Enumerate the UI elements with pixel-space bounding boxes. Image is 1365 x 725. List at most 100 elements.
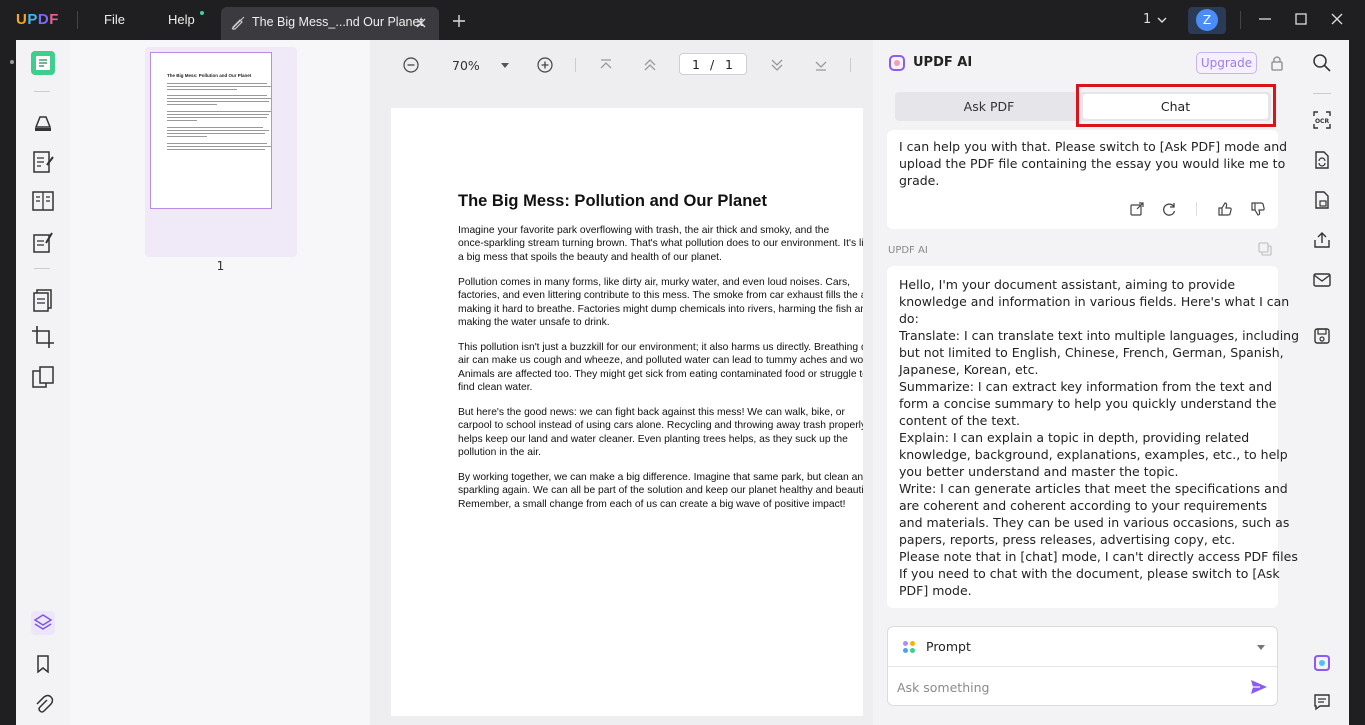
- zoom-out-icon[interactable]: [403, 57, 419, 73]
- prompt-composer: Prompt: [887, 626, 1278, 706]
- menu-help[interactable]: Help: [168, 12, 195, 27]
- text-line: Animals are affected too. They might get…: [458, 368, 863, 380]
- last-page-icon[interactable]: [813, 57, 829, 73]
- text-line: Imagine your favorite park overflowing w…: [458, 225, 830, 236]
- title-bar: UPDF File Help The Big Mess_...nd Our Pl…: [0, 0, 1365, 40]
- bookmark-icon[interactable]: [30, 651, 56, 677]
- page-thumbnail[interactable]: The Big Mess: Pollution and Our Planet: [150, 52, 272, 209]
- avatar-letter: Z: [1196, 9, 1218, 31]
- compare-icon[interactable]: [30, 364, 56, 390]
- previous-page-icon[interactable]: [642, 57, 658, 73]
- text-line: once-sparkling stream turning brown. Tha…: [458, 238, 863, 250]
- layers-icon[interactable]: [30, 610, 56, 636]
- crop-page-icon[interactable]: [30, 324, 56, 350]
- reader-mode-icon[interactable]: [30, 50, 56, 76]
- fill-sign-icon[interactable]: [30, 229, 56, 255]
- user-avatar[interactable]: Z: [1188, 7, 1226, 34]
- edit-off-icon: [231, 16, 245, 30]
- chat-tab-highlight: [1076, 84, 1276, 127]
- minimize-icon[interactable]: [1258, 12, 1272, 26]
- zoom-level[interactable]: 70%: [452, 58, 480, 73]
- tab-ask-pdf[interactable]: Ask PDF: [895, 92, 1083, 121]
- attachment-icon[interactable]: [30, 691, 56, 717]
- protect-icon[interactable]: [1312, 190, 1332, 210]
- message-line: Summarize: I can extract key information…: [899, 379, 1273, 394]
- thumbnail-text-line: [167, 127, 263, 128]
- close-tab-icon[interactable]: [414, 16, 428, 30]
- prompt-dropdown-icon[interactable]: [1256, 642, 1266, 652]
- comment-highlight-icon[interactable]: [30, 109, 56, 135]
- send-icon[interactable]: [1250, 678, 1268, 696]
- thumbs-down-icon[interactable]: [1250, 201, 1266, 217]
- prompt-selector[interactable]: Prompt: [926, 639, 971, 654]
- prompt-grid-icon: [903, 641, 915, 653]
- regenerate-icon[interactable]: [1161, 201, 1177, 217]
- convert-icon[interactable]: [1312, 150, 1332, 170]
- document-paragraph: Pollution comes in many forms, like dirt…: [458, 276, 863, 330]
- pdf-page: The Big Mess: Pollution and Our Planet I…: [391, 108, 863, 716]
- zoom-in-icon[interactable]: [537, 57, 553, 73]
- export-icon[interactable]: [1129, 201, 1145, 217]
- message-sender-label: UPDF AI: [888, 245, 928, 256]
- lock-icon[interactable]: [1270, 55, 1284, 71]
- first-page-icon[interactable]: [598, 57, 614, 73]
- message-line: are coherent and coherent according to y…: [899, 498, 1268, 513]
- thumbnail-text-line: [167, 120, 197, 121]
- save-icon[interactable]: [1312, 326, 1332, 346]
- edit-pdf-icon[interactable]: [30, 149, 56, 175]
- document-paragraph: This pollution isn't just a buzzkill for…: [458, 341, 863, 395]
- text-line: factories, and even littering contribute…: [458, 290, 863, 302]
- thumbnail-text-line: [167, 114, 269, 115]
- updf-ai-logo-icon: [889, 55, 905, 71]
- share-icon[interactable]: [1312, 230, 1332, 250]
- document-paragraph: Imagine your favorite park overflowing w…: [458, 224, 863, 264]
- search-icon[interactable]: [1312, 53, 1332, 73]
- ai-intro-message: Hello, I'm your document assistant, aimi…: [887, 266, 1302, 608]
- message-line: but not limited to English, Chinese, Fre…: [899, 345, 1284, 360]
- text-line: pollution in the air.: [458, 447, 542, 459]
- title-divider: [77, 11, 78, 29]
- text-line: sparkling again. We can all be part of t…: [458, 485, 863, 497]
- thumbnail-text-line: [167, 130, 269, 131]
- page-organize-icon[interactable]: [30, 188, 56, 214]
- thumbnail-text-line: [167, 136, 207, 137]
- zoom-dropdown-icon[interactable]: [499, 59, 511, 71]
- thumbnail-text-line: [167, 95, 267, 96]
- ask-input[interactable]: [897, 676, 1237, 698]
- comments-icon[interactable]: [1312, 692, 1332, 712]
- close-window-icon[interactable]: [1330, 12, 1344, 26]
- thumbnail-text-line: [167, 98, 271, 99]
- help-notification-dot: [200, 11, 204, 15]
- window-count[interactable]: 1: [1143, 12, 1151, 27]
- page-number-input[interactable]: 1 / 1: [679, 53, 747, 75]
- title-divider: [1240, 11, 1241, 29]
- ocr-icon[interactable]: OCR: [1312, 110, 1332, 130]
- copy-icon[interactable]: [1258, 242, 1272, 256]
- text-line: But here's the good news: we can fight b…: [458, 407, 845, 418]
- rail-divider: [34, 91, 50, 92]
- document-tab[interactable]: The Big Mess_...nd Our Planet: [221, 7, 439, 40]
- text-line: air can make us cough and wheeze, and po…: [458, 355, 863, 367]
- next-page-icon[interactable]: [769, 57, 785, 73]
- maximize-icon[interactable]: [1294, 12, 1308, 26]
- new-tab-plus-icon[interactable]: [452, 14, 466, 28]
- thumbs-up-icon[interactable]: [1217, 201, 1233, 217]
- message-line: papers, reports, press releases, adverti…: [899, 532, 1236, 547]
- thumbnail-text-line: [167, 83, 267, 84]
- right-tool-rail: [1298, 40, 1349, 725]
- upgrade-button[interactable]: Upgrade: [1196, 52, 1257, 74]
- document-title: The Big Mess: Pollution and Our Planet: [458, 192, 767, 210]
- menu-file[interactable]: File: [104, 12, 125, 27]
- email-icon[interactable]: [1312, 270, 1332, 290]
- text-line: making it hard to breathe. Factories mig…: [458, 303, 863, 315]
- text-line: helps keep our land and water cleaner. E…: [458, 433, 848, 445]
- chevron-down-icon[interactable]: [1156, 14, 1168, 26]
- ai-panel-title: UPDF AI: [913, 55, 973, 70]
- svg-text:OCR: OCR: [1315, 118, 1330, 125]
- message-line: form a concise summary to help you quick…: [899, 396, 1277, 411]
- message-line: knowledge, background, explanations, exa…: [899, 447, 1288, 462]
- message-line: and materials. They can be used in vario…: [899, 515, 1290, 530]
- message-line: knowledge and information in various fie…: [899, 294, 1290, 309]
- ai-assistant-icon[interactable]: [1312, 653, 1332, 673]
- organize-pages-icon[interactable]: [30, 287, 56, 313]
